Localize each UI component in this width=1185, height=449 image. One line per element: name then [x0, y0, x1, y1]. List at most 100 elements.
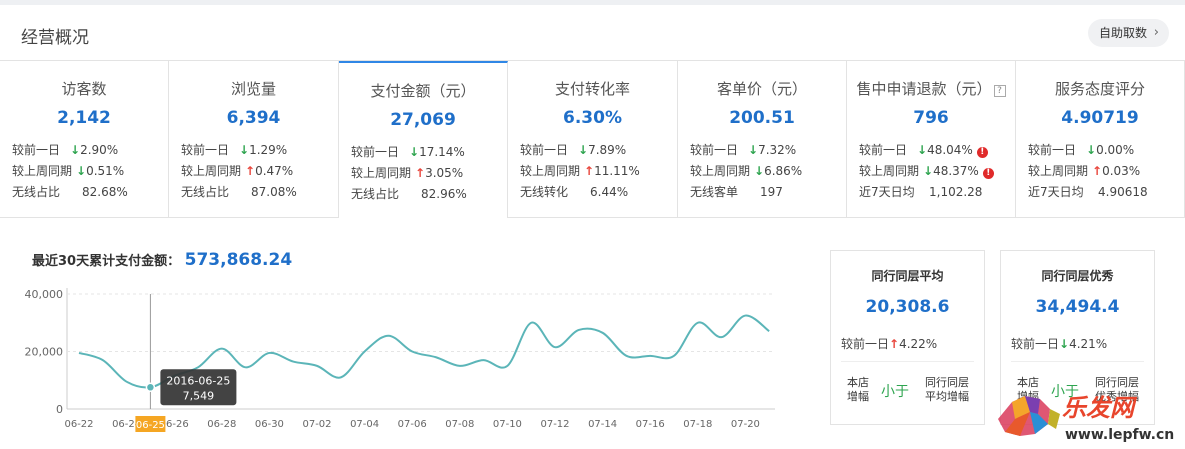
benchmark-value: 20,308.6 [865, 297, 950, 317]
tooltip-date: 2016-06-25 [166, 374, 230, 387]
card-row: 较上周同期 ↓48.37%! [859, 162, 994, 179]
divider [1011, 361, 1144, 362]
total-label: 最近30天累计支付金额： [32, 254, 181, 269]
store-growth-label: 本店 增幅 [847, 376, 869, 403]
card-row: 无线占比 87.08% [181, 185, 297, 199]
peer-growth-label: 同行同层 平均增幅 [925, 376, 969, 403]
card-row: 较前一日 ↓0.00% [1028, 143, 1135, 157]
arrow-up-icon: ↑ [245, 164, 256, 178]
x-tick-label: 07-06 [398, 419, 427, 430]
card-value: 6,394 [226, 108, 281, 128]
metric-card-5[interactable]: 售中申请退款（元）? 796 较前一日 ↓48.04%! 较上周同期 ↓48.37%! 近7… [847, 61, 1016, 218]
page-title: 经营概况 [21, 28, 89, 48]
card-title: 客单价（元） [716, 80, 807, 98]
svg-text:www.lepfw.cn: www.lepfw.cn [1065, 427, 1174, 443]
card-row: 较前一日 ↓7.89% [520, 143, 627, 157]
card-title: 浏览量 [230, 80, 276, 98]
x-tick-label: 06-22 [64, 419, 93, 430]
x-tick-label: 07-18 [683, 419, 712, 430]
card-title: 支付金额（元） [370, 82, 476, 100]
card-title: 支付转化率 [554, 80, 630, 98]
arrow-down-icon: ↓ [754, 164, 765, 178]
card-value: 796 [913, 108, 949, 128]
metric-card-6[interactable]: 服务态度评分 4.90719 较前一日 ↓0.00% 较上周同期 ↑0.03% 近7天日均 4… [1016, 61, 1185, 218]
arrow-up-icon: ↑ [889, 337, 900, 351]
x-tick-label: 06-30 [255, 419, 284, 430]
arrow-up-icon: ↑ [415, 166, 426, 180]
benchmark-card-0: 同行同层平均 20,308.6 较前一日↑4.22% 本店 增幅 小于 同行同层 平均增幅 [830, 250, 985, 425]
x-tick-label: 07-16 [636, 419, 665, 430]
y-tick-label: 20,000 [25, 346, 64, 359]
card-row: 无线转化 6.44% [520, 185, 629, 199]
watermark-logo: 乐发网 www.lepfw.cn [998, 393, 1174, 443]
metric-card-4[interactable]: 客单价（元） 200.51 较前一日 ↓7.32% 较上周同期 ↓6.86% 无线客单 197 [678, 61, 847, 218]
card-row: 较前一日 ↓1.29% [181, 143, 288, 157]
card-row: 较前一日 ↓7.32% [690, 143, 797, 157]
payment-trend-chart[interactable]: 020,00040,00006-22 06-24 06-26 06-28 06-30 07… [0, 280, 800, 449]
arrow-down-icon: ↓ [409, 145, 420, 159]
card-value: 4.90719 [1061, 108, 1139, 128]
card-row: 较上周同期 ↓0.51% [12, 164, 125, 178]
card-row: 近7天日均 4.90618 [1028, 185, 1148, 199]
tooltip-value: 7,549 [183, 389, 215, 402]
x-tick-label: 07-04 [350, 419, 379, 430]
metric-cards: 访客数 2,142 较前一日 ↓2.90% 较上周同期 ↓0.51% 无线占比 82.68% 浏… [0, 61, 1185, 218]
card-row: 较上周同期 ↑0.47% [181, 164, 294, 178]
x-tick-label: 07-08 [445, 419, 474, 430]
warning-icon: ! [982, 168, 994, 179]
x-tick-label: 07-14 [588, 419, 617, 430]
card-row: 无线占比 82.96% [351, 187, 467, 201]
x-tick-label: 07-20 [731, 419, 760, 430]
arrow-down-icon: ↓ [70, 143, 81, 157]
data-point [145, 382, 156, 393]
card-value: 6.30% [563, 108, 622, 128]
page-header: 经营概况 自助取数 › [0, 5, 1185, 61]
total-value: 573,868.24 [184, 250, 293, 270]
card-row: 较上周同期 ↓6.86% [690, 164, 803, 178]
card-row: 较上周同期 ↑11.11% [520, 164, 640, 178]
card-title: 服务态度评分 [1054, 80, 1145, 98]
arrow-down-icon: ↓ [1086, 143, 1097, 157]
card-row: 较上周同期 ↑0.03% [1028, 164, 1141, 178]
svg-text:乐发网: 乐发网 [1062, 393, 1138, 422]
self-service-data-button[interactable]: 自助取数 › [1088, 19, 1169, 47]
card-value: 2,142 [57, 108, 111, 128]
benchmark-value: 34,494.4 [1035, 297, 1120, 317]
metric-card-2[interactable]: 支付金额（元） 27,069 较前一日 ↓17.14% 较上周同期 ↑3.05% 无线占比 8… [339, 61, 508, 218]
self-service-data-label: 自助取数 [1099, 26, 1148, 40]
arrow-up-icon: ↑ [1092, 164, 1103, 178]
chevron-right-icon: › [1153, 25, 1159, 40]
metric-card-1[interactable]: 浏览量 6,394 较前一日 ↓1.29% 较上周同期 ↑0.47% 无线占比 87.08% [169, 61, 339, 218]
card-row: 较前一日 ↓48.04%! [859, 141, 988, 158]
card-row: 近7天日均 1,102.28 [859, 185, 983, 199]
warning-icon: ! [976, 147, 988, 158]
arrow-down-icon: ↓ [578, 143, 589, 157]
arrow-down-icon: ↓ [748, 143, 759, 157]
arrow-down-icon: ↓ [1059, 337, 1070, 351]
total-30d: 最近30天累计支付金额： 573,868.24 [32, 250, 292, 270]
benchmark-title: 同行同层优秀 [1041, 269, 1114, 283]
card-row: 较前一日 ↓17.14% [351, 145, 465, 159]
card-row: 较前一日 ↓2.90% [12, 143, 119, 157]
card-title: 售中申请退款（元）? [847, 78, 1015, 99]
card-value: 27,069 [390, 110, 456, 130]
divider [841, 361, 974, 362]
compare-result: 小于 [881, 384, 909, 400]
benchmark-compare: 较前一日↑4.22% [841, 337, 938, 351]
x-tick-label: 07-12 [540, 419, 569, 430]
metric-card-3[interactable]: 支付转化率 6.30% 较前一日 ↓7.89% 较上周同期 ↑11.11% 无线转化 6.44… [508, 61, 678, 218]
help-icon[interactable]: ? [993, 85, 1006, 97]
metric-card-0[interactable]: 访客数 2,142 较前一日 ↓2.90% 较上周同期 ↓0.51% 无线占比 82.68% [0, 61, 169, 218]
x-tick-label: 06-28 [207, 419, 236, 430]
x-tick-label: 07-02 [302, 419, 331, 430]
arrow-down-icon: ↓ [923, 164, 934, 178]
card-row: 无线客单 197 [690, 185, 783, 199]
arrow-down-icon: ↓ [917, 143, 928, 157]
benchmark-title: 同行同层平均 [871, 269, 944, 283]
y-tick-label: 0 [56, 403, 63, 416]
hover-x-label: 06-25 [136, 420, 165, 431]
y-tick-label: 40,000 [25, 288, 64, 301]
card-title: 访客数 [61, 80, 107, 98]
card-value: 200.51 [729, 108, 795, 128]
arrow-up-icon: ↑ [584, 164, 595, 178]
